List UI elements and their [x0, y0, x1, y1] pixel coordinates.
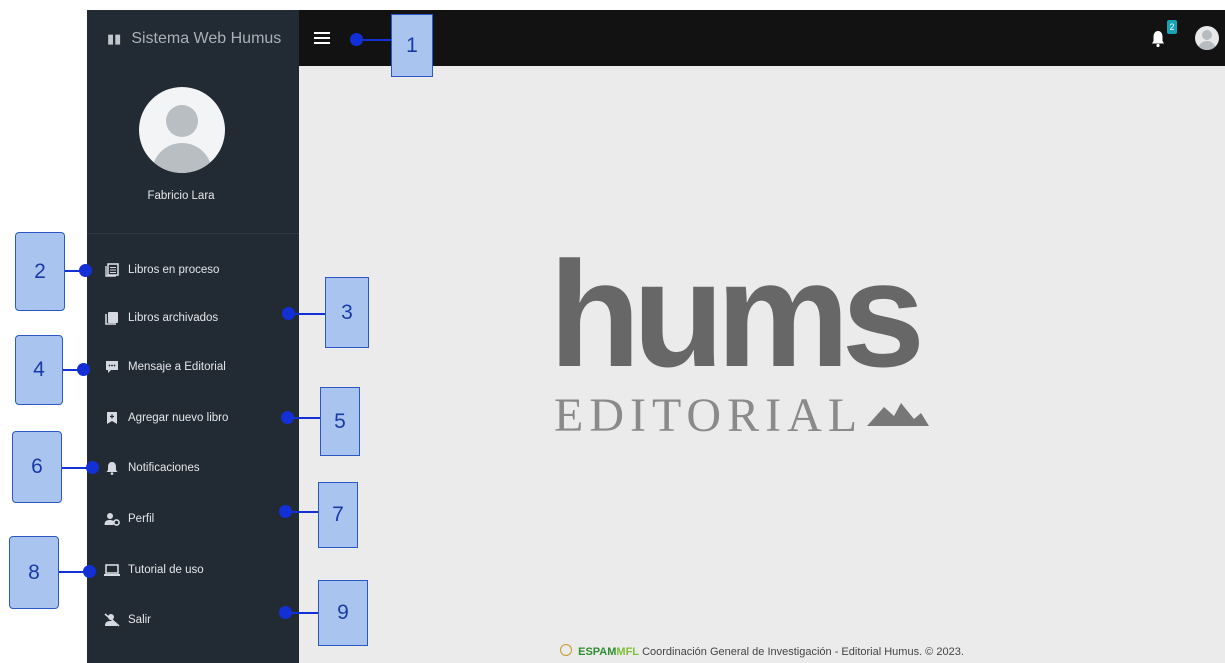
callout-box-4: 4 — [15, 335, 63, 405]
user-slash-icon — [104, 613, 120, 627]
sidebar-item-agregar-libro[interactable]: Agregar nuevo libro — [104, 406, 228, 430]
sidebar-item-notificaciones[interactable]: Notificaciones — [104, 456, 200, 480]
books-icon — [104, 311, 120, 325]
user-menu-avatar[interactable] — [1195, 26, 1219, 50]
notification-bell-icon[interactable] — [1151, 30, 1165, 48]
callout-dot — [79, 264, 92, 277]
footer-brand-espam: ESPAM — [578, 646, 617, 658]
brand[interactable]: ▮▮ Sistema Web Humus — [87, 10, 299, 67]
main-content: hums EDITORIAL ESPAMMFL Coordinación Gen… — [299, 66, 1225, 663]
sidebar-item-label: Notificaciones — [128, 462, 200, 474]
callout-box-5: 5 — [320, 387, 360, 456]
callout-dot — [86, 461, 99, 474]
sidebar-item-label: Mensaje a Editorial — [128, 361, 226, 373]
callout-dot — [83, 565, 96, 578]
humus-editorial-logo: hums EDITORIAL — [549, 230, 1009, 476]
sidebar-item-label: Salir — [128, 614, 152, 626]
top-navbar: 2 — [299, 10, 1225, 66]
user-panel: Fabricio Lara — [87, 67, 299, 234]
logo-sub-text: EDITORIAL — [554, 389, 863, 442]
hamburger-menu-icon[interactable] — [314, 32, 330, 47]
callout-box-6: 6 — [12, 431, 62, 503]
laptop-icon — [104, 563, 120, 577]
sidebar-item-mensaje-editorial[interactable]: Mensaje a Editorial — [104, 355, 226, 379]
user-cog-icon — [104, 512, 120, 526]
callout-box-8: 8 — [9, 536, 59, 609]
user-name: Fabricio Lara — [147, 190, 215, 202]
callout-dot — [279, 606, 292, 619]
callout-dot — [279, 505, 292, 518]
sidebar-item-label: Libros archivados — [128, 312, 219, 324]
sidebar-item-salir[interactable]: Salir — [104, 608, 151, 632]
notification-count-badge: 2 — [1167, 20, 1177, 34]
callout-dot — [281, 411, 294, 424]
bell-icon — [104, 461, 120, 475]
callout-dot — [350, 33, 363, 46]
callout-box-7: 7 — [318, 482, 358, 548]
sidebar-item-label: Perfil — [128, 513, 155, 525]
bookmark-plus-icon — [104, 411, 120, 425]
footer: ESPAMMFL Coordinación General de Investi… — [299, 644, 1225, 658]
callout-dot — [77, 363, 90, 376]
footer-brand-mfl: MFL — [616, 646, 640, 658]
callout-box-9: 9 — [318, 580, 368, 646]
callout-dot — [282, 307, 295, 320]
sidebar: ▮▮ Sistema Web Humus Fabricio Lara Libro… — [87, 10, 299, 663]
sidebar-item-libros-en-proceso[interactable]: Libros en proceso — [104, 258, 219, 282]
callout-box-1: 1 — [391, 14, 433, 77]
brand-title: Sistema Web Humus — [131, 29, 282, 47]
espam-seal-icon — [560, 644, 573, 656]
callout-box-3: 3 — [325, 277, 369, 348]
sidebar-item-perfil[interactable]: Perfil — [104, 507, 154, 531]
footer-text: Coordinación General de Investigación - … — [642, 646, 964, 658]
sidebar-item-tutorial[interactable]: Tutorial de uso — [104, 558, 204, 582]
sidebar-item-label: Agregar nuevo libro — [128, 412, 229, 424]
book-list-icon — [104, 263, 120, 277]
logo-main-text: hums — [549, 241, 920, 398]
user-avatar — [139, 87, 225, 173]
book-open-icon: ▮▮ — [107, 30, 122, 46]
comment-icon — [104, 360, 120, 374]
sidebar-item-label: Tutorial de uso — [128, 564, 204, 576]
sidebar-item-libros-archivados[interactable]: Libros archivados — [104, 306, 218, 330]
callout-box-2: 2 — [15, 232, 65, 311]
sidebar-item-label: Libros en proceso — [128, 264, 220, 276]
